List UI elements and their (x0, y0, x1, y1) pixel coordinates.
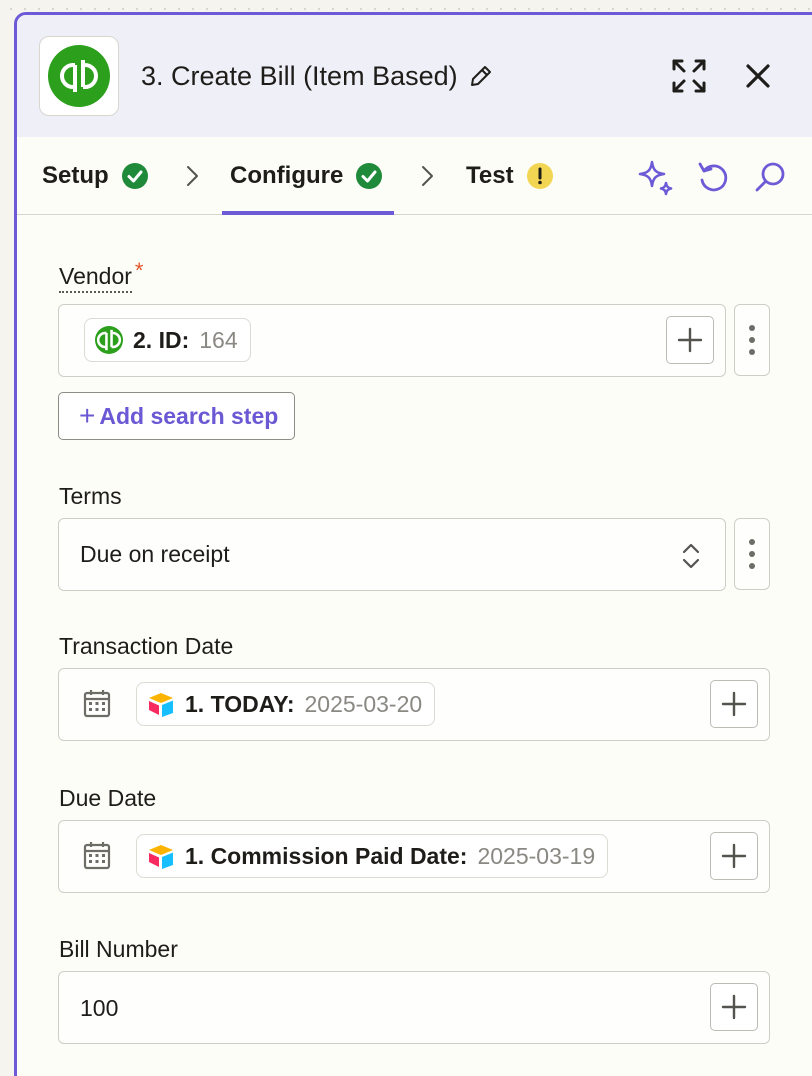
panel-header: 3. Create Bill (Item Based) (17, 15, 812, 137)
terms-more-options-button[interactable] (734, 518, 770, 590)
close-icon[interactable] (737, 55, 779, 97)
pill-key: 1. TODAY: (185, 690, 295, 717)
vendor-mapped-pill[interactable]: 2. ID: 164 (84, 318, 251, 362)
pill-value: 2025-03-20 (304, 690, 423, 717)
quickbooks-logo-icon (95, 326, 123, 354)
pill-key: 2. ID: (133, 326, 190, 353)
insert-data-button[interactable] (666, 316, 714, 364)
due-date-mapped-pill[interactable]: 1. Commission Paid Date: 2025-03-19 (136, 834, 609, 878)
airtable-logo-icon (149, 845, 173, 869)
ai-sparkle-icon[interactable] (637, 158, 675, 196)
airtable-logo-icon (149, 693, 173, 717)
bill-number-value: 100 (80, 995, 119, 1021)
required-asterisk: * (134, 258, 144, 283)
active-tab-indicator (222, 211, 394, 215)
insert-data-button[interactable] (710, 832, 758, 880)
tab-setup[interactable]: Setup (42, 137, 149, 215)
plus-icon (677, 327, 703, 353)
calendar-icon (83, 690, 111, 718)
terms-label: Terms (59, 483, 122, 509)
calendar-icon (83, 842, 111, 870)
chevron-right-icon (422, 166, 433, 186)
check-circle-icon (121, 163, 148, 189)
plus-icon (721, 691, 747, 717)
terms-value: Due on receipt (80, 541, 230, 567)
add-search-step-label: Add search step (99, 402, 279, 429)
canvas-dot-grid (0, 0, 812, 12)
search-icon[interactable] (751, 158, 789, 196)
transaction-date-mapped-pill[interactable]: 1. TODAY: 2025-03-20 (136, 682, 436, 726)
due-date-label: Due Date (59, 785, 157, 811)
pill-value: 2025-03-19 (477, 842, 596, 869)
check-circle-icon (356, 163, 383, 189)
step-editor-panel: 3. Create Bill (Item Based) Setup Config… (14, 12, 812, 1076)
step-title[interactable]: 3. Create Bill (Item Based) (141, 61, 458, 92)
insert-data-button[interactable] (710, 680, 758, 728)
plus-icon (721, 994, 747, 1020)
transaction-date-label: Transaction Date (59, 633, 234, 659)
bill-number-input[interactable] (58, 971, 770, 1044)
select-updown-icon (682, 543, 700, 569)
chevron-right-icon (187, 166, 198, 186)
bill-number-label: Bill Number (59, 936, 178, 962)
step-tabs: Setup Configure Test (17, 137, 812, 215)
plus-icon: + (79, 400, 96, 431)
vendor-label: Vendor * (59, 258, 143, 293)
add-search-step-button[interactable]: + Add search step (58, 392, 296, 440)
pencil-edit-icon[interactable] (468, 63, 494, 89)
tab-configure-label: Configure (230, 162, 344, 189)
plus-icon (721, 843, 747, 869)
tab-test-label: Test (466, 162, 514, 189)
tab-setup-label: Setup (42, 162, 109, 189)
pill-key: 1. Commission Paid Date: (185, 842, 468, 869)
insert-data-button[interactable] (710, 983, 758, 1031)
vendor-more-options-button[interactable] (734, 304, 770, 376)
vendor-label-text: Vendor (59, 263, 132, 293)
refresh-icon[interactable] (694, 158, 732, 196)
expand-icon[interactable] (668, 55, 710, 97)
quickbooks-app-icon (39, 36, 119, 116)
tab-test[interactable]: Test (466, 137, 554, 215)
warning-circle-icon (526, 163, 553, 189)
quickbooks-logo-icon (48, 45, 110, 107)
tab-configure[interactable]: Configure (230, 137, 383, 215)
pill-value: 164 (199, 326, 238, 353)
